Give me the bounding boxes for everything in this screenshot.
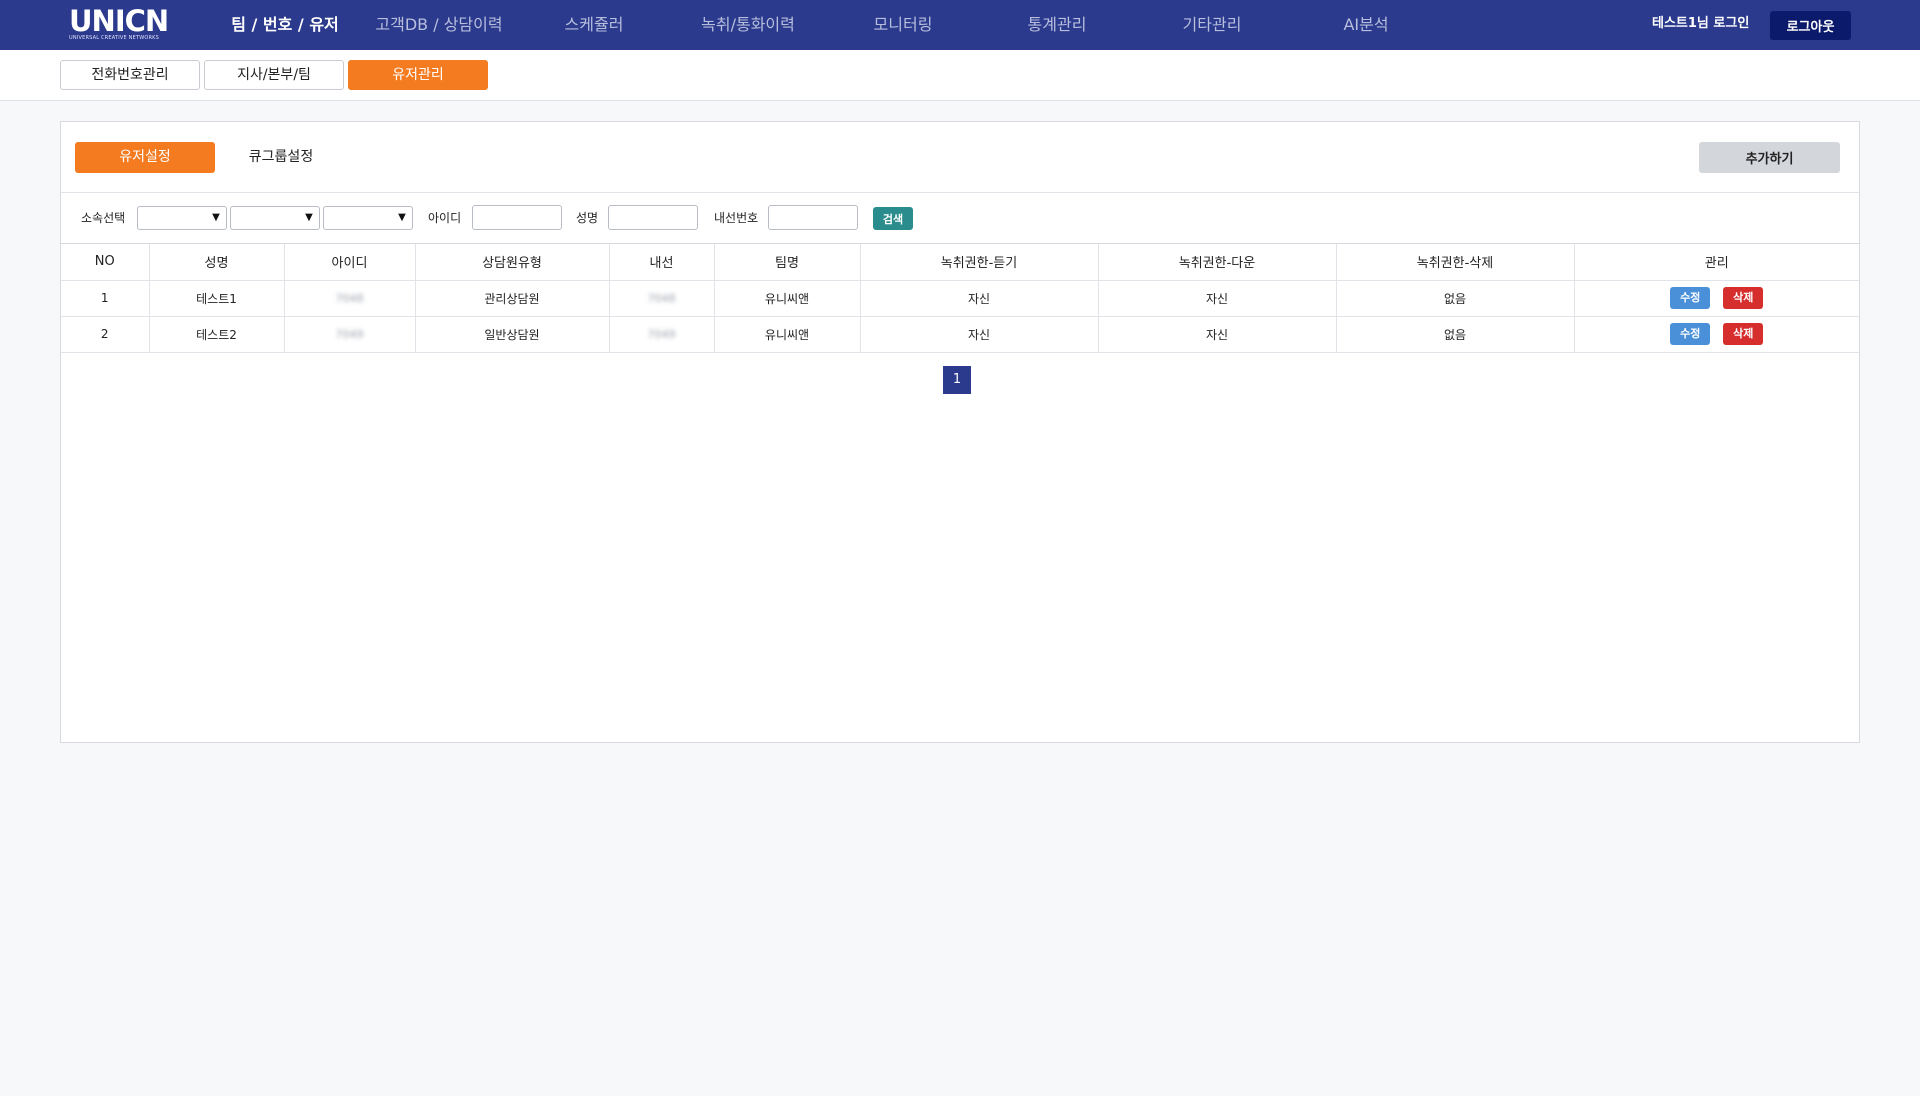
cell-manage: 수정 삭제 [1574, 280, 1859, 317]
nav-item-statistics[interactable]: 통계관리 [1028, 0, 1087, 50]
cell-agent-type: 일반상담원 [415, 316, 610, 353]
id-label: 아이디 [428, 211, 462, 225]
affiliation-select-2[interactable]: ▼ [230, 206, 320, 230]
user-table: NO 성명 아이디 상담원유형 내선 팀명 녹취권한-듣기 녹취권한-다운 녹취… [61, 244, 1859, 353]
delete-button[interactable]: 삭제 [1723, 323, 1764, 345]
subtab-user-management[interactable]: 유저관리 [348, 60, 488, 90]
login-user-text: 테스트1님 로그인 [1652, 16, 1750, 31]
nav-item-etc[interactable]: 기타관리 [1183, 0, 1242, 50]
cell-name: 테스트2 [149, 316, 285, 353]
table-row: 1 테스트1 7048 관리상담원 7048 유니씨앤 자신 자신 없음 수정 삭… [61, 280, 1859, 317]
col-header-team: 팀명 [714, 244, 861, 281]
top-navigation-bar: UNICN UNIVERSAL CREATIVE NETWORKS 팀 / 번호… [0, 0, 1920, 50]
affiliation-select-3[interactable]: ▼ [323, 206, 413, 230]
nav-item-team-number-user[interactable]: 팀 / 번호 / 유저 [231, 0, 339, 50]
nav-item-ai-analysis[interactable]: AI분석 [1343, 0, 1388, 50]
nav-item-customer-db[interactable]: 고객DB / 상담이력 [375, 0, 502, 50]
cell-no: 1 [61, 280, 150, 317]
cell-delete: 없음 [1336, 316, 1575, 353]
table-header-row: NO 성명 아이디 상담원유형 내선 팀명 녹취권한-듣기 녹취권한-다운 녹취… [61, 244, 1859, 281]
logout-button[interactable]: 로그아웃 [1770, 11, 1851, 40]
cell-manage: 수정 삭제 [1574, 316, 1859, 353]
cell-extension: 7049 [609, 316, 715, 353]
cell-name: 테스트1 [149, 280, 285, 317]
col-header-delete: 녹취권한-삭제 [1336, 244, 1575, 281]
search-button[interactable]: 검색 [873, 207, 913, 230]
pagination-page-1[interactable]: 1 [943, 366, 971, 394]
cell-no: 2 [61, 316, 150, 353]
user-management-panel: 유저설정 큐그룹설정 추가하기 소속선택 ▼ ▼ ▼ 아이디 성명 내선번호 검… [60, 121, 1860, 743]
logo-text: UNICN [69, 4, 169, 38]
col-header-manage: 관리 [1574, 244, 1859, 281]
name-input[interactable] [608, 205, 698, 230]
cell-team: 유니씨앤 [714, 316, 861, 353]
cell-extension: 7048 [609, 280, 715, 317]
chevron-down-icon: ▼ [305, 212, 313, 223]
chevron-down-icon: ▼ [212, 212, 220, 223]
cell-team: 유니씨앤 [714, 280, 861, 317]
blurred-extension: 7049 [647, 328, 676, 341]
nav-item-monitoring[interactable]: 모니터링 [874, 0, 933, 50]
blurred-id: 7048 [335, 292, 364, 305]
tab-user-settings[interactable]: 유저설정 [75, 142, 215, 173]
cell-id: 7048 [284, 280, 416, 317]
cell-listen: 자신 [860, 280, 1099, 317]
unicn-logo[interactable]: UNICN UNIVERSAL CREATIVE NETWORKS [69, 4, 169, 42]
affiliation-label: 소속선택 [81, 211, 126, 225]
col-header-no: NO [61, 244, 150, 281]
edit-button[interactable]: 수정 [1670, 323, 1711, 345]
name-label: 성명 [576, 211, 599, 225]
extension-input[interactable] [768, 205, 858, 230]
subtab-branch-team[interactable]: 지사/본부/팀 [204, 60, 344, 90]
cell-delete: 없음 [1336, 280, 1575, 317]
col-header-name: 성명 [149, 244, 285, 281]
blurred-extension: 7048 [647, 292, 676, 305]
col-header-agent-type: 상담원유형 [415, 244, 610, 281]
logo-tagline: UNIVERSAL CREATIVE NETWORKS [69, 35, 160, 41]
delete-button[interactable]: 삭제 [1723, 287, 1764, 309]
extension-label: 내선번호 [714, 211, 759, 225]
panel-header: 유저설정 큐그룹설정 추가하기 [61, 122, 1859, 193]
add-button[interactable]: 추가하기 [1699, 142, 1840, 173]
cell-listen: 자신 [860, 316, 1099, 353]
col-header-listen: 녹취권한-듣기 [860, 244, 1099, 281]
search-filter-bar: 소속선택 ▼ ▼ ▼ 아이디 성명 내선번호 검색 [61, 193, 1859, 244]
cell-download: 자신 [1098, 280, 1337, 317]
nav-item-scheduler[interactable]: 스케쥴러 [565, 0, 624, 50]
affiliation-select-1[interactable]: ▼ [137, 206, 227, 230]
cell-id: 7049 [284, 316, 416, 353]
col-header-download: 녹취권한-다운 [1098, 244, 1337, 281]
col-header-id: 아이디 [284, 244, 416, 281]
blurred-id: 7049 [335, 328, 364, 341]
tab-queue-group-settings[interactable]: 큐그룹설정 [231, 142, 331, 173]
sub-tab-bar: 전화번호관리 지사/본부/팀 유저관리 [0, 50, 1920, 101]
cell-download: 자신 [1098, 316, 1337, 353]
chevron-down-icon: ▼ [398, 212, 406, 223]
nav-item-recording-history[interactable]: 녹취/통화이력 [701, 0, 795, 50]
id-input[interactable] [472, 205, 562, 230]
subtab-phone-number[interactable]: 전화번호관리 [60, 60, 200, 90]
edit-button[interactable]: 수정 [1670, 287, 1711, 309]
table-row: 2 테스트2 7049 일반상담원 7049 유니씨앤 자신 자신 없음 수정 삭… [61, 316, 1859, 353]
cell-agent-type: 관리상담원 [415, 280, 610, 317]
col-header-extension: 내선 [609, 244, 715, 281]
